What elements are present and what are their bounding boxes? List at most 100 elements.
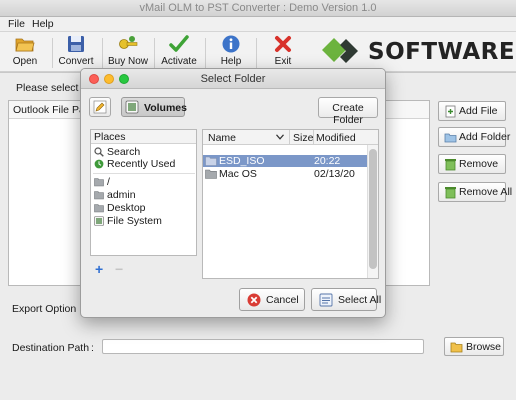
places-header: Places: [91, 130, 196, 144]
browse-label: Browse: [466, 341, 502, 353]
folder-row[interactable]: ESD_ISO 20:22: [203, 155, 368, 167]
folder-open-icon: [15, 38, 35, 52]
add-folder-label: Add Folder: [459, 131, 511, 143]
cancel-label: Cancel: [266, 294, 299, 306]
create-folder-button[interactable]: Create Folder: [318, 97, 378, 126]
logo-text: SOFTWARE: [368, 39, 516, 65]
volumes-label: Volumes: [144, 102, 187, 114]
key-icon: [119, 36, 138, 49]
dialog-title: Select Folder: [200, 73, 266, 85]
place-label: File System: [107, 215, 162, 227]
toolbar-divider: [205, 38, 206, 68]
add-folder-button[interactable]: Add Folder: [438, 127, 510, 147]
folder-row[interactable]: Mac OS 02/13/20: [203, 168, 368, 180]
place-label: Recently Used: [107, 158, 176, 170]
destination-colon: :: [91, 342, 94, 354]
chevron-down-icon[interactable]: [276, 134, 284, 140]
info-icon: [222, 35, 240, 53]
toolbar-divider: [256, 38, 257, 68]
convert-label: Convert: [58, 56, 94, 67]
remove-all-label: Remove All: [459, 186, 513, 198]
column-divider: [313, 130, 314, 145]
help-button[interactable]: Help: [209, 34, 253, 70]
folder-icon: [450, 342, 463, 353]
volumes-button[interactable]: Volumes: [121, 97, 187, 117]
size-column-header[interactable]: Size: [293, 132, 313, 144]
browse-button[interactable]: Browse: [444, 337, 504, 356]
place-label: Search: [107, 146, 141, 158]
buy-now-label: Buy Now: [107, 56, 148, 67]
name-column-header[interactable]: Name: [208, 132, 236, 144]
remove-all-button[interactable]: Remove All: [438, 182, 512, 202]
place-label: /: [107, 176, 110, 188]
places-panel: Places Search Recently Used / admin Desk…: [90, 129, 197, 256]
edit-path-button[interactable]: [89, 97, 111, 117]
folder-icon: [94, 178, 104, 187]
title-bar: vMail OLM to PST Converter : Demo Versio…: [0, 0, 516, 17]
place-label: admin: [107, 189, 136, 201]
pencil-icon: [93, 100, 107, 114]
toolbar-divider: [154, 38, 155, 68]
vertical-scrollbar[interactable]: [367, 145, 378, 278]
toolbar-divider: [52, 38, 53, 68]
save-disk-icon: [68, 36, 84, 52]
folder-name: ESD_ISO: [219, 155, 265, 167]
place-label: Desktop: [107, 202, 146, 214]
remove-button[interactable]: Remove: [438, 154, 506, 174]
cancel-button[interactable]: Cancel: [239, 288, 305, 311]
toolbar-divider: [102, 38, 103, 68]
open-label: Open: [12, 56, 38, 67]
remove-place-button[interactable]: −: [115, 261, 123, 277]
folder-icon: [94, 204, 104, 213]
export-option-label: Export Option :: [12, 303, 83, 315]
logo-diamond-icon: [322, 38, 358, 63]
folder-list-header: Name Size Modified: [203, 130, 378, 145]
folder-icon: [205, 169, 217, 179]
window-title: vMail OLM to PST Converter : Demo Versio…: [139, 2, 377, 14]
add-folder-icon: [444, 133, 457, 143]
add-file-label: Add File: [459, 105, 498, 117]
select-all-icon: [319, 293, 333, 307]
menu-bar: File Help: [0, 17, 516, 32]
help-label: Help: [220, 56, 242, 67]
column-divider: [289, 130, 290, 145]
recent-icon: [94, 159, 104, 169]
open-button[interactable]: Open: [3, 34, 47, 70]
activate-label: Activate: [161, 56, 197, 67]
modified-column-header[interactable]: Modified: [316, 132, 356, 144]
remove-label: Remove: [459, 158, 499, 170]
cancel-x-icon: [247, 293, 261, 307]
folder-modified: 20:22: [314, 155, 341, 167]
folder-name: Mac OS: [219, 168, 257, 180]
brand-logo: SOFTWARE: [320, 36, 515, 66]
remove-icon: [445, 159, 456, 171]
convert-button[interactable]: Convert: [54, 34, 98, 70]
menu-file[interactable]: File: [8, 18, 25, 30]
close-x-icon: [275, 36, 291, 52]
destination-path-label: Destination Path: [12, 342, 90, 354]
folder-icon: [205, 156, 217, 166]
drive-icon: [125, 100, 139, 114]
add-file-button[interactable]: Add File: [438, 101, 506, 121]
folder-modified: 02/13/20: [314, 168, 355, 180]
exit-label: Exit: [274, 56, 292, 67]
dialog-title-bar: Select Folder: [81, 69, 385, 89]
remove-all-icon: [445, 187, 456, 199]
exit-button[interactable]: Exit: [261, 34, 305, 70]
add-place-button[interactable]: +: [95, 261, 103, 277]
select-all-button[interactable]: Select All: [311, 288, 381, 311]
destination-path-input[interactable]: [102, 339, 424, 354]
select-all-label: Select All: [338, 294, 382, 306]
folder-list: Name Size Modified ESD_ISO 20:22 Mac OS …: [202, 129, 379, 279]
scrollbar-thumb[interactable]: [369, 149, 377, 269]
folder-icon: [94, 191, 104, 200]
places-divider: [93, 173, 195, 174]
checkmark-icon: [169, 35, 189, 52]
menu-help[interactable]: Help: [32, 18, 54, 30]
buy-now-button[interactable]: Buy Now: [106, 34, 150, 70]
add-file-icon: [445, 105, 456, 118]
search-icon: [94, 147, 104, 157]
drive-icon: [94, 216, 104, 226]
activate-button[interactable]: Activate: [157, 34, 201, 70]
select-folder-dialog: Select Folder Volumes Create Folder Plac…: [80, 68, 386, 318]
